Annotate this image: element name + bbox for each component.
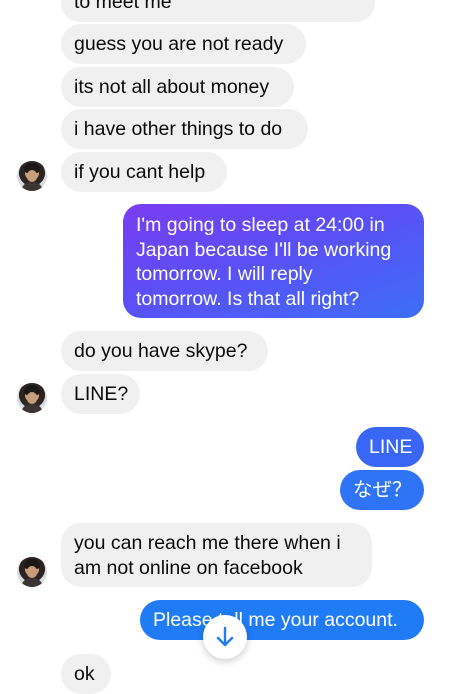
message-text: if you cant help xyxy=(74,161,206,183)
message-text: to meet me xyxy=(74,0,172,13)
message-text-line: tomorrow. Is that all right? xyxy=(136,287,360,310)
incoming-message[interactable]: i have other things to do xyxy=(61,109,308,149)
incoming-message[interactable]: you can reach me there when i am not onl… xyxy=(61,523,372,587)
message-text: LINE xyxy=(369,436,413,458)
incoming-message[interactable]: ok xyxy=(61,654,111,694)
outgoing-message[interactable]: I'm going to sleep at 24:00 in Japan bec… xyxy=(123,204,424,318)
outgoing-message[interactable]: なぜ？ xyxy=(340,470,424,510)
outgoing-message[interactable]: Please tell me your account. xyxy=(140,600,424,640)
outgoing-message[interactable]: LINE xyxy=(356,427,424,467)
message-text-line: Japan because I'll be working xyxy=(136,238,392,261)
incoming-message[interactable]: to meet me xyxy=(61,0,375,22)
arrow-down-icon xyxy=(216,626,234,647)
message-text: ok xyxy=(74,663,95,685)
message-text-line: I'm going to sleep at 24:00 in xyxy=(136,214,385,236)
incoming-message[interactable]: guess you are not ready xyxy=(61,24,306,64)
message-text: do you have skype? xyxy=(74,340,248,362)
message-text-line: am not online on facebook xyxy=(74,556,303,579)
incoming-message[interactable]: LINE? xyxy=(61,374,140,414)
message-text-line: you can reach me there when i xyxy=(74,532,341,554)
message-text: LINE? xyxy=(74,383,129,405)
contact-avatar[interactable] xyxy=(17,557,47,587)
message-text: i have other things to do xyxy=(74,118,283,140)
message-text: なぜ？ xyxy=(353,479,412,501)
contact-avatar[interactable] xyxy=(17,383,47,413)
incoming-message[interactable]: do you have skype? xyxy=(61,331,268,371)
message-text: guess you are not ready xyxy=(74,33,284,55)
message-text: Please tell me your account. xyxy=(153,609,398,631)
contact-avatar[interactable] xyxy=(17,161,47,191)
incoming-message[interactable]: its not all about money xyxy=(61,67,294,107)
message-text-line: tomorrow. I will reply xyxy=(136,263,313,285)
scroll-to-bottom-button[interactable] xyxy=(203,615,247,659)
message-text: its not all about money xyxy=(74,76,270,98)
incoming-message[interactable]: if you cant help xyxy=(61,152,227,192)
